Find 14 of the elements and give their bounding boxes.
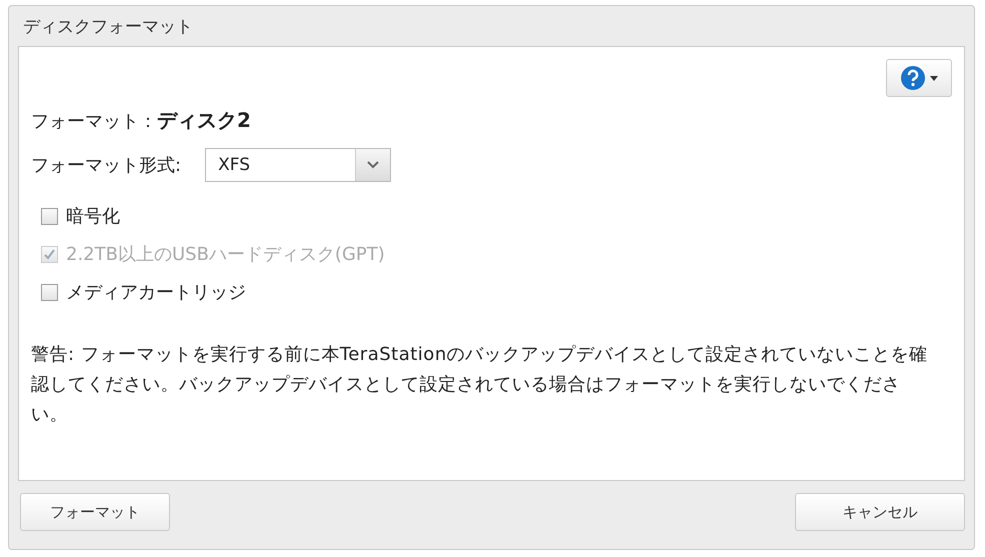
chevron-icon	[367, 161, 380, 169]
format-button[interactable]: フォーマット	[20, 493, 170, 531]
cancel-button[interactable]: キャンセル	[795, 493, 965, 531]
format-type-label: フォーマット形式:	[31, 154, 182, 177]
format-target-text: フォーマット：ディスク2	[31, 107, 252, 134]
help-button[interactable]	[886, 59, 952, 97]
help-icon	[900, 65, 926, 91]
window-title: ディスクフォーマット	[23, 16, 193, 38]
format-type-select[interactable]: XFS	[205, 148, 392, 182]
warning-text: 警告: フォーマットを実行する前に本TeraStationのバックアップデバイスとして設定されていないことを確認してください。バックアップデバイスとして設定されている場合はフォーマットを実行しないでください。	[31, 343, 929, 427]
option-checkbox[interactable]: メディアカートリッジ	[41, 280, 952, 304]
caret-icon	[930, 76, 938, 80]
check-icon	[44, 248, 55, 260]
option-checkbox[interactable]: 暗号化	[41, 204, 952, 228]
